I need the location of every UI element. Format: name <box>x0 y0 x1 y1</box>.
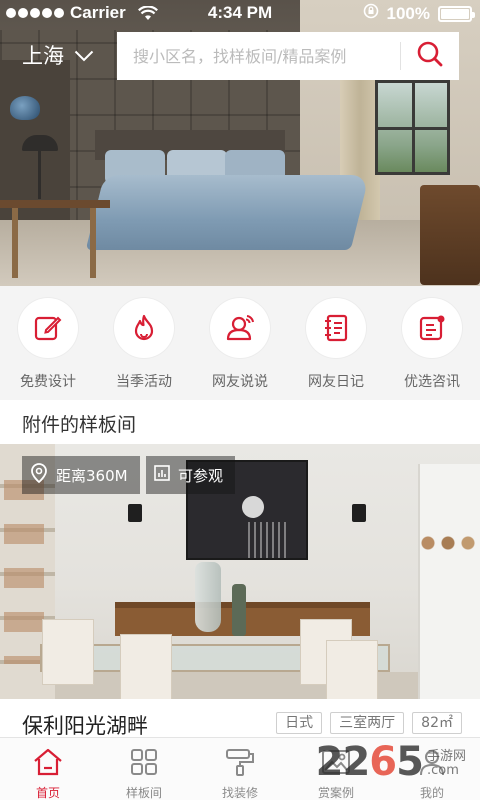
tab-label: 赏案例 <box>317 786 354 800</box>
person-chat-icon <box>210 298 270 358</box>
section-title: 附件的样板间 <box>22 414 137 436</box>
quick-action-user-diary[interactable]: 网友日记 <box>296 298 376 400</box>
home-icon <box>32 748 64 780</box>
watermark-suffix: .com <box>426 763 459 778</box>
paint-roller-icon <box>225 748 255 780</box>
quick-action-label: 网友日记 <box>308 374 364 390</box>
watermark-brand: 2265 <box>315 739 424 785</box>
rotation-lock-icon <box>363 3 379 24</box>
city-selector[interactable]: 上海 <box>22 40 94 70</box>
visit-status-badge: 可参观 <box>146 456 236 494</box>
tab-label: 样板间 <box>125 786 162 800</box>
tab-label: 首页 <box>35 786 60 800</box>
card-wall-sconce <box>352 504 366 522</box>
hero-desk-lamp <box>22 135 62 205</box>
pencil-note-icon <box>18 298 78 358</box>
card-books <box>4 464 44 664</box>
location-pin-icon <box>30 463 48 487</box>
watermark-line1: 手游网 <box>426 749 466 764</box>
search-bar <box>117 32 459 80</box>
tab-label: 找装修 <box>221 786 258 800</box>
grid-icon <box>130 748 158 780</box>
card-chair <box>120 634 172 699</box>
tab-label: 我的 <box>419 786 444 800</box>
card-wall-sconce <box>128 504 142 522</box>
tab-find-renovation[interactable]: 找装修 <box>192 738 288 800</box>
tag-area: 82㎡ <box>412 712 462 734</box>
card-chair <box>326 640 378 699</box>
quick-action-label: 免费设计 <box>20 374 76 390</box>
quick-action-free-design[interactable]: 免费设计 <box>8 298 88 400</box>
news-doc-icon <box>402 298 462 358</box>
search-icon <box>416 40 444 72</box>
quick-action-seasonal[interactable]: 当季活动 <box>104 298 184 400</box>
bar-chart-icon <box>154 465 170 485</box>
card-bottle <box>232 584 246 636</box>
hero-chair <box>420 185 480 285</box>
tag-style: 日式 <box>276 712 323 734</box>
quick-action-label: 当季活动 <box>116 374 172 390</box>
hero-bed <box>85 175 370 250</box>
card-hats <box>420 536 480 550</box>
showroom-tags: 日式 三室两厅 82㎡ <box>276 712 462 734</box>
tag-layout: 三室两厅 <box>330 712 405 734</box>
hero-window <box>375 80 450 175</box>
card-glass-vase <box>195 562 221 632</box>
chevron-down-icon <box>74 43 94 67</box>
battery-percent: 100% <box>386 3 430 23</box>
city-name: 上海 <box>22 44 64 68</box>
quick-actions: 免费设计 当季活动 网友说说 网友日记 优选咨讯 <box>0 286 480 400</box>
distance-text: 距离360M <box>56 466 128 485</box>
search-input[interactable] <box>117 32 400 80</box>
quick-action-user-talk[interactable]: 网友说说 <box>200 298 280 400</box>
status-bar: Carrier 4:34 PM 100% <box>0 0 480 26</box>
quick-action-label: 网友说说 <box>212 374 268 390</box>
notebook-icon <box>306 298 366 358</box>
hero-desk <box>0 200 110 285</box>
visit-status-text: 可参观 <box>178 466 224 485</box>
showroom-title[interactable]: 保利阳光湖畔 <box>22 710 148 740</box>
hero-vase <box>10 96 40 120</box>
distance-badge: 距离360M <box>22 456 140 494</box>
card-doorway <box>418 464 480 699</box>
flame-icon <box>114 298 174 358</box>
quick-action-label: 优选咨讯 <box>404 374 460 390</box>
watermark-logo: 2265 手游网 .com <box>316 742 466 782</box>
quick-action-news[interactable]: 优选咨讯 <box>392 298 472 400</box>
card-chair <box>42 619 94 685</box>
tab-showrooms[interactable]: 样板间 <box>96 738 192 800</box>
tab-home[interactable]: 首页 <box>0 738 96 800</box>
search-button[interactable] <box>401 32 459 80</box>
battery-icon <box>438 5 475 22</box>
